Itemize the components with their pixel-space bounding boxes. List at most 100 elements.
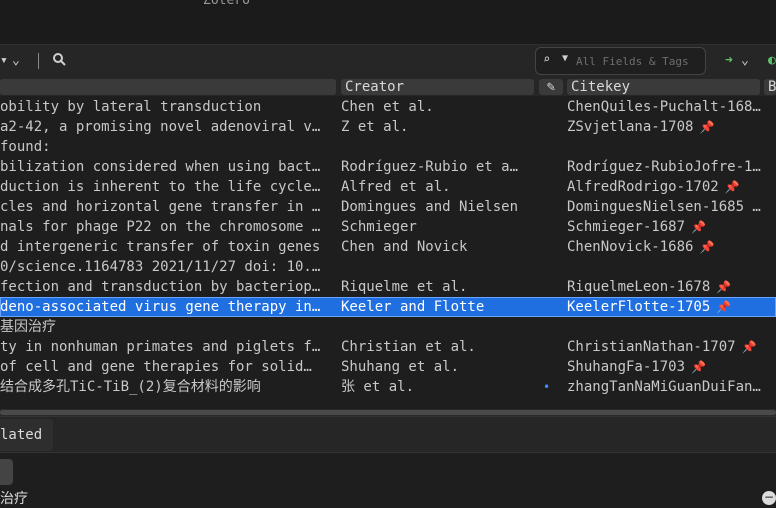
search-icon: ⌕ <box>543 52 551 66</box>
item-creator: Riquelme et al. <box>341 279 468 295</box>
item-title: fection and transduction by bacteriop… <box>0 279 321 295</box>
remove-icon[interactable]: − <box>762 491 776 505</box>
horizontal-scrollbar[interactable] <box>0 409 776 416</box>
item-citekey: zhangTanNaMiGuanDuiFan… <box>567 377 776 397</box>
item-citekey: ChristianNathan-1707 📌 <box>567 337 776 357</box>
item-creator: Shuhang et al. <box>341 359 460 375</box>
tab-related[interactable]: lated <box>0 419 53 451</box>
item-title: nals for phage P22 on the chromosome … <box>0 219 321 235</box>
item-citekey: ChenNovick-1686 📌 <box>567 237 776 257</box>
table-row[interactable]: 基因治疗 <box>0 317 776 337</box>
table-row[interactable]: deno-associated virus gene therapy in… Ke… <box>0 297 776 317</box>
item-title: of cell and gene therapies for solid… <box>0 359 312 375</box>
table-row[interactable]: a2-42, a promising novel adenoviral v… Z … <box>0 117 776 137</box>
search-mode-chevron-icon[interactable]: ▼ <box>562 53 568 64</box>
item-creator: Chen et al. <box>341 99 434 115</box>
item-title: duction is inherent to the life cycle… <box>0 179 321 195</box>
item-title: 基因治疗 <box>0 319 56 335</box>
pin-icon: 📌 <box>691 360 706 374</box>
scrollbar-thumb[interactable] <box>0 410 776 415</box>
item-citekey: DominguesNielsen-1685 … <box>567 197 776 217</box>
item-citekey: ZSvjetlana-1708 📌 <box>567 117 776 137</box>
item-title: found: <box>0 139 51 155</box>
item-citekey: Schmieger-1687 📌 <box>567 217 776 237</box>
search-box[interactable]: ⌕ ▼ <box>535 47 706 75</box>
item-creator: Christian et al. <box>341 339 476 355</box>
pin-icon: 📌 <box>716 280 732 294</box>
table-row[interactable]: of cell and gene therapies for solid… Shu… <box>0 357 776 377</box>
table-row[interactable]: 结合成多孔TiC-TiB_(2)复合材料的影响 张 et al. zhangTanN… <box>0 377 776 397</box>
column-header: Creator ✎ Citekey B <box>0 78 776 96</box>
title-bar: Zotero <box>0 0 776 44</box>
window-title: Zotero <box>203 0 250 8</box>
search-input[interactable] <box>576 52 702 70</box>
item-title: 结合成多孔TiC-TiB_(2)复合材料的影响 <box>0 379 261 395</box>
filter-icon[interactable]: ▾ <box>0 52 8 70</box>
citekey-text: ShuhangFa-1703 <box>567 359 686 375</box>
table-row[interactable]: fection and transduction by bacteriop… Ri… <box>0 277 776 297</box>
item-creator: 张 et al. <box>341 379 415 395</box>
citekey-text: ChenQuiles-Puchalt-168… <box>567 99 761 115</box>
magnifier-icon[interactable] <box>52 52 66 72</box>
items-list: obility by lateral transduction Chen et a… <box>0 97 776 397</box>
item-title: ty in nonhuman primates and piglets f… <box>0 339 321 355</box>
item-title: 0/science.1164783 2021/11/27 doi: 10.… <box>0 259 321 275</box>
table-row[interactable]: duction is inherent to the life cycle… Al… <box>0 177 776 197</box>
column-creator-header[interactable]: Creator <box>341 79 534 95</box>
table-row[interactable]: d intergeneric transfer of toxin genes Ch… <box>0 237 776 257</box>
item-creator: Z et al. <box>341 119 409 135</box>
citekey-text: AlfredRodrigo-1702 <box>567 179 719 195</box>
pin-icon: 📌 <box>699 240 715 254</box>
item-citekey: KeelerFlotte-1705 📌 <box>567 297 776 317</box>
pin-icon: 📌 <box>699 120 715 134</box>
item-citekey: RiquelmeLeon-1678 📌 <box>567 277 776 297</box>
citekey-text: RiquelmeLeon-1678 <box>567 279 711 295</box>
item-pane: lated 治疗 − <box>0 416 776 508</box>
column-title-header[interactable] <box>0 79 336 95</box>
pin-icon: 📌 <box>716 300 732 314</box>
table-row[interactable]: 0/science.1164783 2021/11/27 doi: 10.… <box>0 257 776 277</box>
item-citekey: AlfredRodrigo-1702 📌 <box>567 177 776 197</box>
item-title: obility by lateral transduction <box>0 99 262 115</box>
item-title: bilization considered when using bact… <box>0 159 321 175</box>
table-row[interactable]: found: <box>0 137 776 157</box>
citekey-text: DominguesNielsen-1685 … <box>567 199 761 215</box>
item-title: d intergeneric transfer of toxin genes <box>0 239 321 255</box>
item-title: deno-associated virus gene therapy in… <box>0 299 321 315</box>
pin-icon: 📌 <box>741 340 757 354</box>
citekey-text: ChenNovick-1686 <box>567 239 694 255</box>
pin-icon: 📌 <box>691 220 706 234</box>
column-extra-icon[interactable]: ✎ <box>539 79 563 95</box>
citekey-text: Schmieger-1687 <box>567 219 686 235</box>
table-row[interactable]: bilization considered when using bact… Ro… <box>0 157 776 177</box>
citekey-text: Rodríguez-RubioJofre-1… <box>567 159 761 175</box>
pane-tabbar: lated <box>0 417 776 453</box>
arrow-menu-chevron-icon[interactable]: ⌄ <box>741 52 749 70</box>
toolbar: ▾ ⌄ ⌕ ▼ ➜ ⌄ ◐ <box>0 44 776 79</box>
item-citekey: ShuhangFa-1703 📌 <box>567 357 776 377</box>
item-citekey: Rodríguez-RubioJofre-1… <box>567 157 776 177</box>
table-row[interactable]: ty in nonhuman primates and piglets f… Ch… <box>0 337 776 357</box>
column-citekey-header[interactable]: Citekey <box>567 79 760 95</box>
sync-icon[interactable]: ◐ <box>768 52 776 70</box>
item-title: a2-42, a promising novel adenoviral v… <box>0 119 321 135</box>
item-creator: Alfred et al. <box>341 179 451 195</box>
citekey-text: ZSvjetlana-1708 <box>567 119 694 135</box>
toolbar-divider <box>38 53 39 69</box>
table-row[interactable]: obility by lateral transduction Chen et a… <box>0 97 776 117</box>
unread-dot-icon: • <box>543 380 551 394</box>
pane-button[interactable] <box>0 459 13 485</box>
item-creator: Domingues and Nielsen <box>341 199 519 215</box>
item-citekey: ChenQuiles-Puchalt-168… <box>567 97 776 117</box>
item-title: cles and horizontal gene transfer in … <box>0 199 321 215</box>
table-row[interactable]: cles and horizontal gene transfer in … Do… <box>0 197 776 217</box>
citekey-text: KeelerFlotte-1705 <box>567 299 711 315</box>
chevron-down-icon[interactable]: ⌄ <box>12 52 20 70</box>
arrow-icon[interactable]: ➜ <box>725 52 733 70</box>
citekey-text: ChristianNathan-1707 <box>567 339 736 355</box>
related-item-text[interactable]: 治疗 <box>0 488 28 508</box>
pin-icon: 📌 <box>724 180 740 194</box>
item-creator: Keeler and Flotte <box>341 299 485 315</box>
table-row[interactable]: nals for phage P22 on the chromosome … Sc… <box>0 217 776 237</box>
column-more-header[interactable]: B <box>764 79 776 95</box>
